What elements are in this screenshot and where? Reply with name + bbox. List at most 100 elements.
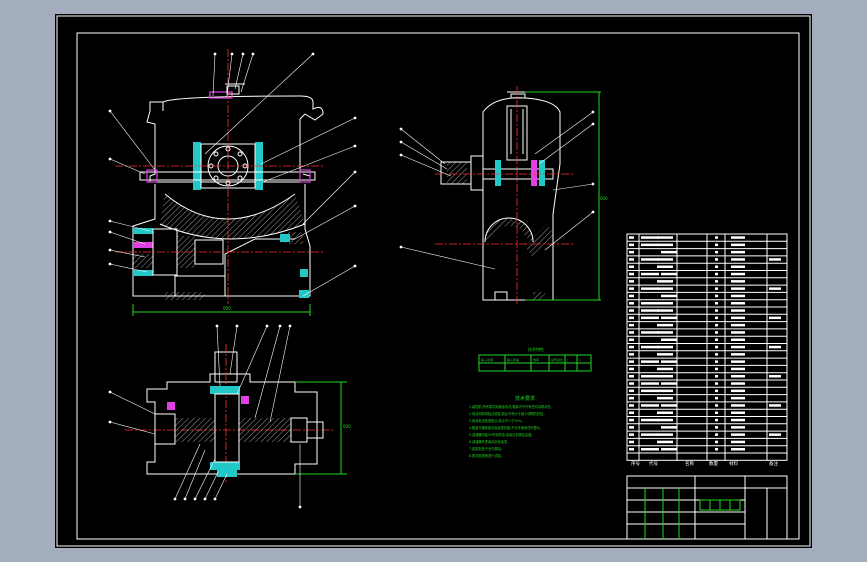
row-number-mark <box>629 323 634 327</box>
row-number-mark <box>629 236 634 239</box>
row-material-mark <box>731 396 745 400</box>
row-number-mark <box>629 258 634 261</box>
row-name-mark <box>661 382 677 385</box>
row-qty-mark <box>715 440 718 444</box>
row-name-mark <box>657 418 673 422</box>
row-qty-mark <box>715 396 718 400</box>
note-line: 1.装配前,所有零件用煤油清洗,箱体内不许有任何杂物存在。 <box>469 404 554 409</box>
header-name: 名称 <box>685 460 694 467</box>
row-qty-mark <box>715 302 718 305</box>
note-line: 3.用涂色法检验斑点,斑点不少于50%。 <box>469 418 525 423</box>
row-name-mark <box>657 411 673 414</box>
row-qty-mark <box>715 309 718 312</box>
row-name-mark <box>657 236 673 239</box>
row-number-mark <box>629 404 634 407</box>
parts-list <box>626 233 788 461</box>
spec-cell: i <box>567 358 568 362</box>
row-code-mark <box>641 389 659 393</box>
row-qty-mark <box>715 323 718 327</box>
row-name-mark <box>657 389 673 393</box>
row-code-mark <box>641 302 659 305</box>
row-material-mark <box>731 302 745 305</box>
row-code-mark <box>641 382 659 385</box>
row-code-mark <box>641 331 659 334</box>
row-qty-mark <box>715 382 718 385</box>
row-name-mark <box>657 396 673 400</box>
row-remark-mark <box>769 345 781 349</box>
row-number-mark <box>629 440 634 444</box>
row-code-mark <box>641 287 659 290</box>
note-line: 6.减速器外表面涂灰色油漆。 <box>469 439 510 444</box>
drawing-canvas: 000 000 000 技术特性 输入功率 输入转速 效率 总传动比 i n 技… <box>55 14 812 548</box>
row-name-mark <box>657 309 673 312</box>
spec-table: 技术特性 输入功率 输入转速 效率 总传动比 i n <box>478 346 592 372</box>
row-code-mark <box>641 272 659 276</box>
row-code-mark <box>641 360 659 363</box>
row-code-mark <box>641 433 659 436</box>
row-name-mark <box>657 375 673 378</box>
row-code-mark <box>641 309 659 312</box>
row-code-mark <box>641 258 659 261</box>
row-number-mark <box>629 280 634 283</box>
row-material-mark <box>731 287 745 290</box>
row-qty-mark <box>715 367 718 371</box>
row-name-mark <box>661 250 677 254</box>
row-qty-mark <box>715 426 718 429</box>
row-name-mark <box>657 433 673 436</box>
row-qty-mark <box>715 353 718 356</box>
row-qty-mark <box>715 243 718 247</box>
row-code-mark <box>641 448 659 451</box>
row-number-mark <box>629 418 634 422</box>
row-number-mark <box>629 396 634 400</box>
row-material-mark <box>731 272 745 276</box>
svg-text:000: 000 <box>343 424 351 429</box>
row-name-mark <box>657 367 673 371</box>
svg-text:000: 000 <box>600 196 608 201</box>
row-name-mark <box>661 294 677 298</box>
row-code-mark <box>641 316 659 320</box>
row-number-mark <box>629 360 634 363</box>
row-qty-mark <box>715 411 718 414</box>
row-name-mark <box>657 280 673 283</box>
spec-cell: n <box>579 358 581 362</box>
row-name-mark <box>661 360 677 363</box>
row-material-mark <box>731 265 745 268</box>
row-name-mark <box>661 338 677 341</box>
row-qty-mark <box>715 448 718 451</box>
row-remark-mark <box>769 375 781 378</box>
row-number-mark <box>629 389 634 393</box>
row-number-mark <box>629 272 634 276</box>
cad-drawing: 000 000 000 技术特性 输入功率 输入转速 效率 总传动比 i n 技… <box>56 15 811 547</box>
row-qty-mark <box>715 389 718 393</box>
row-remark-mark <box>769 316 781 320</box>
row-number-mark <box>629 331 634 334</box>
row-material-mark <box>731 294 745 298</box>
row-name-mark <box>657 353 673 356</box>
row-material-mark <box>731 309 745 312</box>
side-view: 000 <box>399 86 608 306</box>
row-remark-mark <box>769 287 781 290</box>
row-material-mark <box>731 426 745 429</box>
row-qty-mark <box>715 258 718 261</box>
row-name-mark <box>657 345 673 349</box>
row-material-mark <box>731 418 745 422</box>
spec-cell: 总传动比 <box>551 357 563 362</box>
outer-border <box>56 15 811 547</box>
row-qty-mark <box>715 375 718 378</box>
note-line: 4.箱盖与箱体接合面涂密封胶,不允许使用任何垫片。 <box>469 425 543 430</box>
note-line: 2.啮合侧隙用铅丝检验,铅丝不得大于最小侧隙的四倍。 <box>469 411 546 416</box>
row-qty-mark <box>715 294 718 298</box>
row-qty-mark <box>715 265 718 268</box>
row-number-mark <box>629 375 634 378</box>
row-material-mark <box>731 389 745 393</box>
note-line: 5.减速器内装50号润滑油,油量达到规定高度。 <box>469 432 534 437</box>
row-material-mark <box>731 258 745 261</box>
row-material-mark <box>731 433 745 436</box>
row-remark-mark <box>769 433 781 436</box>
row-name-mark <box>661 448 677 451</box>
row-name-mark <box>657 302 673 305</box>
header-code: 代号 <box>649 460 658 467</box>
header-remark: 备注 <box>769 460 778 467</box>
row-qty-mark <box>715 345 718 349</box>
row-number-mark <box>629 265 634 268</box>
